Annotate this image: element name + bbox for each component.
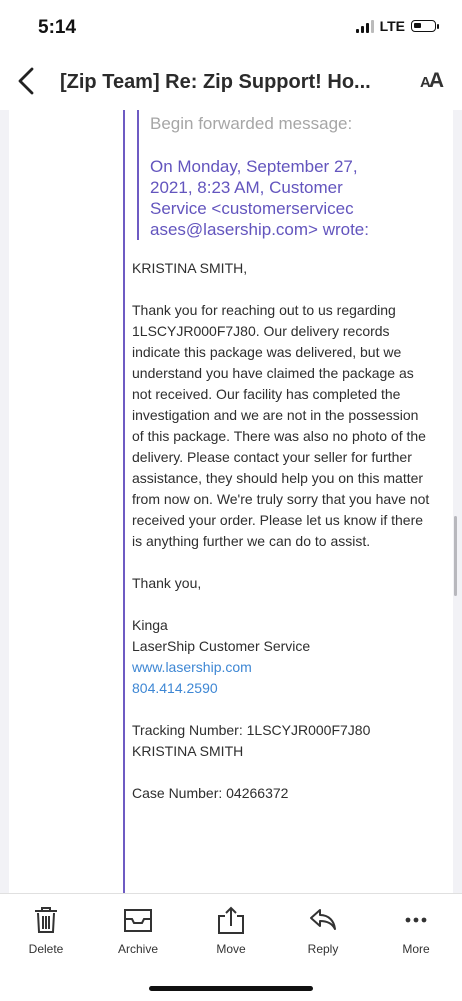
- status-bar: 5:14 LTE: [0, 0, 462, 55]
- archive-button[interactable]: Archive: [103, 904, 173, 956]
- home-indicator[interactable]: [149, 986, 313, 991]
- status-time: 5:14: [38, 17, 77, 38]
- battery-icon: [411, 20, 439, 32]
- move-icon: [218, 906, 244, 934]
- signature-company: LaserShip Customer Service: [132, 638, 311, 654]
- reply-label: Reply: [307, 942, 339, 956]
- forward-meta: On Monday, September 27, 2021, 8:23 AM, …: [150, 157, 369, 239]
- battery-level: [414, 23, 421, 28]
- reply-button[interactable]: Reply: [288, 904, 358, 956]
- nav-bar: [Zip Team] Re: Zip Support! Ho... AA: [0, 55, 462, 110]
- more-label: More: [402, 942, 430, 956]
- back-chevron-icon[interactable]: [12, 63, 40, 99]
- quote-bar-outer: [123, 110, 125, 893]
- forward-header: Begin forwarded message:: [150, 114, 353, 133]
- move-button[interactable]: Move: [196, 904, 266, 956]
- more-button[interactable]: More: [381, 904, 451, 956]
- move-label: Move: [216, 942, 246, 956]
- reply-icon: [310, 909, 336, 930]
- text-size-small-label: A: [419, 74, 431, 91]
- status-indicators: LTE: [355, 18, 439, 34]
- network-type: LTE: [379, 18, 405, 34]
- tracking-name: KRISTINA SMITH: [132, 743, 244, 759]
- trash-icon: [35, 907, 57, 933]
- email-body: KRISTINA SMITH, Thank you for reaching o…: [132, 258, 432, 825]
- body-paragraph: Thank you for reaching out to us regardi…: [132, 302, 430, 549]
- archive-label: Archive: [117, 942, 158, 956]
- scrollbar[interactable]: [454, 516, 457, 596]
- phone-link[interactable]: 804.414.2590: [132, 680, 218, 696]
- signature: Kinga LaserShip Customer Service www.las…: [132, 615, 432, 699]
- more-icon: [405, 917, 427, 923]
- tracking-info: Tracking Number: 1LSCYJR000F7J80 KRISTIN…: [132, 720, 432, 762]
- greeting: KRISTINA SMITH,: [132, 260, 248, 276]
- bottom-toolbar: Delete Archive Move Reply More: [0, 893, 462, 1001]
- delete-label: Delete: [28, 942, 64, 956]
- archive-icon: [124, 909, 152, 932]
- signal-icon: [355, 19, 374, 33]
- case-number: Case Number: 04266372: [132, 785, 289, 801]
- closing: Thank you,: [132, 575, 202, 591]
- email-subject-title: [Zip Team] Re: Zip Support! Ho...: [60, 71, 371, 93]
- website-link[interactable]: www.lasership.com: [132, 659, 252, 675]
- quote-bar-inner: [137, 110, 139, 240]
- delete-button[interactable]: Delete: [11, 904, 81, 956]
- text-size-large-label: A: [428, 69, 444, 92]
- email-message: Begin forwarded message: On Monday, Sept…: [9, 110, 453, 893]
- signature-name: Kinga: [132, 617, 168, 633]
- tracking-number: Tracking Number: 1LSCYJR000F7J80: [132, 722, 371, 738]
- text-size-button[interactable]: AA: [419, 69, 444, 93]
